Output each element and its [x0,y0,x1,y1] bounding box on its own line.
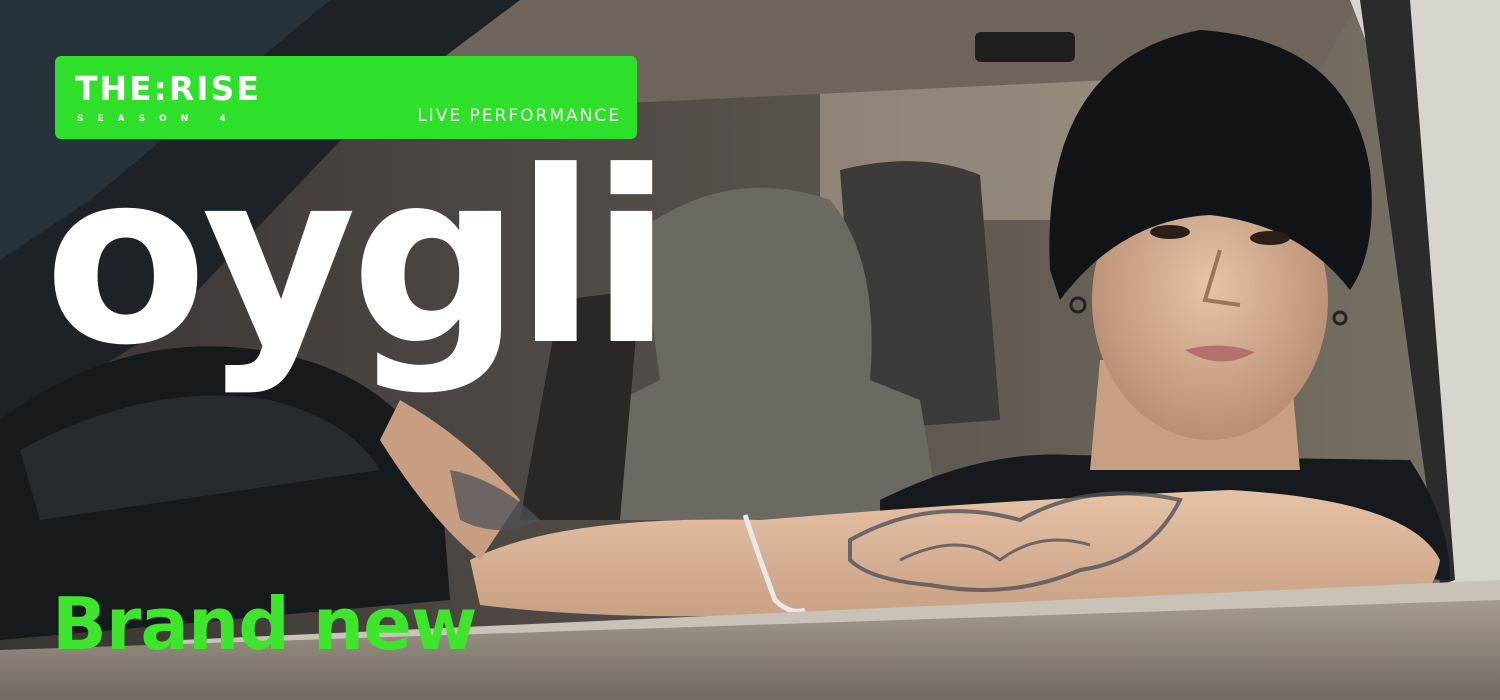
artist-name: oygli [44,121,672,398]
promo-banner: THE:RISE SEASON 4 LIVE PERFORMANCE oygli… [0,0,1500,700]
rear-view-mirror [975,32,1075,62]
tagline: Brand new [52,582,477,666]
left-eye [1150,225,1190,239]
show-logo: THE:RISE [75,69,261,108]
right-eye [1250,231,1290,245]
